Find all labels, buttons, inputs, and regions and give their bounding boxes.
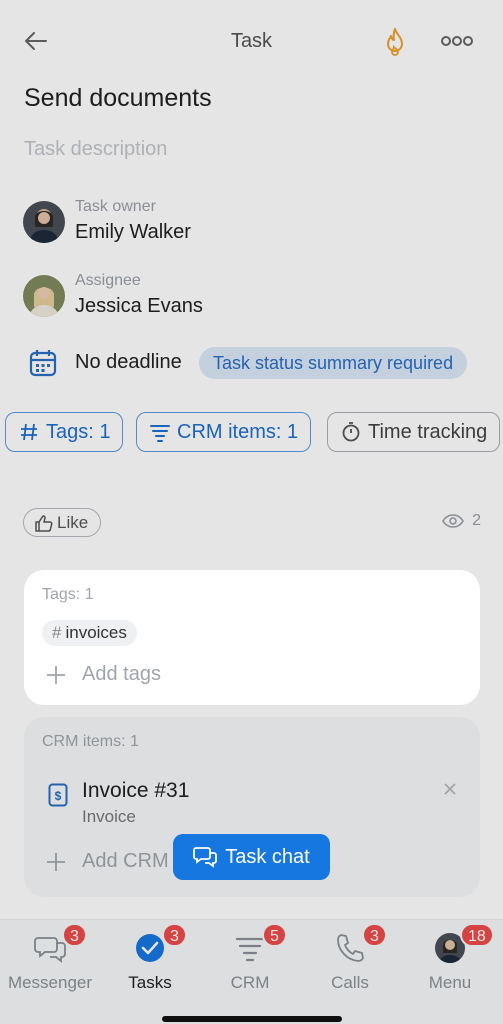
tag-chip[interactable]: # invoices [42,620,137,646]
nav-calls[interactable]: 3 Calls [300,920,400,1010]
owner-role-label: Task owner [75,198,156,215]
owner-avatar [23,201,65,243]
calls-badge: 3 [362,923,387,947]
status-summary-badge[interactable]: Task status summary required [199,347,468,379]
add-tags-button[interactable]: Add tags [46,663,161,686]
home-indicator [162,1016,342,1022]
nav-tasks-label: Tasks [128,973,172,992]
fire-icon[interactable] [380,26,410,58]
add-tags-label: Add tags [82,663,161,685]
header: Task [0,0,503,84]
crm-items-chip[interactable]: CRM items: 1 [136,412,312,452]
tags-chip[interactable]: Tags: 1 [5,412,124,452]
crm-badge: 5 [262,923,287,947]
tags-card: Tags: 1 # invoices Add tags [24,570,480,705]
thumbs-up-icon [35,514,53,532]
add-crm-button[interactable]: Add CRM [46,850,169,873]
like-label: Like [57,512,89,532]
more-options-icon[interactable] [440,30,474,52]
funnel-icon [149,421,171,443]
tasks-badge: 3 [162,923,187,947]
tags-card-title: Tags: 1 [42,586,94,603]
task-title[interactable]: Send documents [24,84,212,113]
close-icon[interactable] [442,781,458,797]
task-chat-button[interactable]: Task chat [173,834,330,880]
nav-menu-label: Menu [428,973,472,992]
property-chips: Tags: 1 CRM items: 1 Time tracking [0,412,503,454]
hash-icon: # [52,623,62,642]
tag-label: invoices [65,623,127,642]
menu-badge: 18 [460,923,494,947]
task-description-field[interactable]: Task description [24,138,167,161]
invoice-icon: $ [48,783,68,807]
bottom-navigation: 3 Messenger 3 Tasks 5 CRM 3 Calls 18 Men… [0,919,503,1024]
plus-icon [47,665,65,684]
views-count: 2 [442,512,481,530]
messenger-badge: 3 [62,923,87,947]
like-row: Like 2 [23,508,483,538]
owner-name: Emily Walker [75,221,191,243]
nav-calls-label: Calls [331,973,369,992]
nav-tasks[interactable]: 3 Tasks [100,920,200,1010]
chat-icon [193,847,218,868]
calendar-icon [28,348,58,378]
crm-item-name[interactable]: Invoice #31 [82,779,189,803]
nav-messenger-label: Messenger [7,973,93,992]
header-title: Task [230,30,273,52]
crm-card-title: CRM items: 1 [42,733,139,750]
crm-items-chip-label: CRM items: 1 [177,420,299,443]
assignee-role-label: Assignee [75,272,141,289]
task-screen: Task Send documents Task description Tas… [0,0,503,1024]
nav-messenger[interactable]: 3 Messenger [0,920,100,1010]
deadline-text: No deadline [75,351,182,373]
add-crm-label: Add CRM [82,850,169,872]
svg-text:$: $ [55,789,62,803]
stopwatch-icon [340,421,362,443]
nav-crm[interactable]: 5 CRM [200,920,300,1010]
assignee-avatar [23,275,65,317]
eye-icon [442,514,465,528]
task-chat-label: Task chat [225,845,310,868]
deadline-row[interactable]: No deadline Task status summary required [28,346,498,380]
hash-icon [18,421,40,443]
plus-icon [47,852,65,871]
time-tracking-chip-label: Time tracking [368,420,488,443]
tags-chip-label: Tags: 1 [46,420,111,443]
time-tracking-chip[interactable]: Time tracking [327,412,501,452]
like-button[interactable]: Like [23,508,102,537]
crm-item-type: Invoice [82,807,136,826]
views-number: 2 [472,512,481,529]
nav-menu[interactable]: 18 Menu [400,920,500,1010]
assignee-name: Jessica Evans [75,295,203,317]
nav-crm-label: CRM [230,973,270,992]
